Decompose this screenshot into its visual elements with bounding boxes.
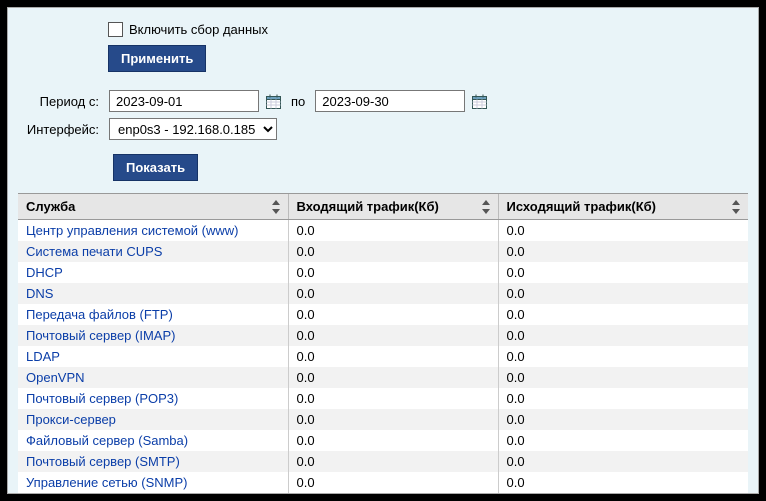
cell-service: Система печати CUPS <box>18 241 288 262</box>
table-row: Управление сетью (SNMP) 0.00.0 <box>18 472 748 494</box>
collection-config: Включить сбор данных Применить <box>18 22 748 72</box>
cell-outgoing: 0.0 <box>498 262 748 283</box>
cell-service: Прокси-сервер <box>18 409 288 430</box>
col-incoming-header[interactable]: Входящий трафик(Кб) <box>288 194 498 220</box>
col-service-header[interactable]: Служба <box>18 194 288 220</box>
service-link[interactable]: Почтовый сервер (SMTP) <box>26 454 180 469</box>
traffic-table: Служба Входящий трафик(Кб) Исходящий тра… <box>18 193 748 494</box>
to-label: по <box>287 94 309 109</box>
cell-incoming: 0.0 <box>288 409 498 430</box>
col-outgoing-label: Исходящий трафик(Кб) <box>507 199 657 214</box>
service-link[interactable]: Система печати CUPS <box>26 244 162 259</box>
table-row: Центр управления системой (www) 0.00.0 <box>18 220 748 242</box>
table-row: Передача файлов (FTP) 0.00.0 <box>18 304 748 325</box>
cell-outgoing: 0.0 <box>498 304 748 325</box>
enable-collection-label: Включить сбор данных <box>129 22 268 37</box>
cell-service: Центр управления системой (www) <box>18 220 288 242</box>
apply-button[interactable]: Применить <box>108 45 206 72</box>
cell-service: DHCP <box>18 262 288 283</box>
cell-outgoing: 0.0 <box>498 220 748 242</box>
interface-row: Интерфейс: enp0s3 - 192.168.0.185 <box>18 118 748 140</box>
table-row: Почтовый сервер (SMTP) 0.00.0 <box>18 451 748 472</box>
cell-incoming: 0.0 <box>288 220 498 242</box>
service-link[interactable]: OpenVPN <box>26 370 85 385</box>
table-row: OpenVPN 0.00.0 <box>18 367 748 388</box>
cell-outgoing: 0.0 <box>498 367 748 388</box>
cell-outgoing: 0.0 <box>498 346 748 367</box>
cell-incoming: 0.0 <box>288 367 498 388</box>
period-label: Период с: <box>18 94 103 109</box>
table-row: LDAP 0.00.0 <box>18 346 748 367</box>
service-link[interactable]: Передача файлов (FTP) <box>26 307 173 322</box>
sort-icon[interactable] <box>272 200 282 214</box>
main-frame: Включить сбор данных Применить Период с:… <box>7 7 759 494</box>
cell-outgoing: 0.0 <box>498 388 748 409</box>
cell-service: Почтовый сервер (IMAP) <box>18 325 288 346</box>
service-link[interactable]: Файловый сервер (Samba) <box>26 433 188 448</box>
interface-select[interactable]: enp0s3 - 192.168.0.185 <box>109 118 277 140</box>
cell-incoming: 0.0 <box>288 472 498 494</box>
cell-incoming: 0.0 <box>288 451 498 472</box>
service-link[interactable]: Центр управления системой (www) <box>26 223 239 238</box>
cell-outgoing: 0.0 <box>498 241 748 262</box>
table-row: DNS 0.00.0 <box>18 283 748 304</box>
table-row: Система печати CUPS 0.00.0 <box>18 241 748 262</box>
service-link[interactable]: DHCP <box>26 265 63 280</box>
table-row: DHCP 0.00.0 <box>18 262 748 283</box>
cell-incoming: 0.0 <box>288 430 498 451</box>
table-row: Файловый сервер (Samba) 0.00.0 <box>18 430 748 451</box>
table-row: Прокси-сервер 0.00.0 <box>18 409 748 430</box>
calendar-icon[interactable] <box>265 93 281 109</box>
cell-service: LDAP <box>18 346 288 367</box>
col-incoming-label: Входящий трафик(Кб) <box>297 199 439 214</box>
cell-incoming: 0.0 <box>288 388 498 409</box>
cell-service: OpenVPN <box>18 367 288 388</box>
cell-outgoing: 0.0 <box>498 409 748 430</box>
cell-outgoing: 0.0 <box>498 451 748 472</box>
cell-incoming: 0.0 <box>288 346 498 367</box>
cell-incoming: 0.0 <box>288 304 498 325</box>
date-to-input[interactable] <box>315 90 465 112</box>
service-link[interactable]: Почтовый сервер (POP3) <box>26 391 178 406</box>
service-link[interactable]: Прокси-сервер <box>26 412 116 427</box>
sort-icon[interactable] <box>482 200 492 214</box>
col-outgoing-header[interactable]: Исходящий трафик(Кб) <box>498 194 748 220</box>
service-link[interactable]: DNS <box>26 286 53 301</box>
table-header-row: Служба Входящий трафик(Кб) Исходящий тра… <box>18 194 748 220</box>
sort-icon[interactable] <box>732 200 742 214</box>
cell-incoming: 0.0 <box>288 241 498 262</box>
service-link[interactable]: Почтовый сервер (IMAP) <box>26 328 175 343</box>
service-link[interactable]: LDAP <box>26 349 60 364</box>
cell-incoming: 0.0 <box>288 262 498 283</box>
table-row: Почтовый сервер (IMAP) 0.00.0 <box>18 325 748 346</box>
cell-outgoing: 0.0 <box>498 430 748 451</box>
cell-service: Файловый сервер (Samba) <box>18 430 288 451</box>
cell-incoming: 0.0 <box>288 325 498 346</box>
cell-outgoing: 0.0 <box>498 325 748 346</box>
table-body: Центр управления системой (www)0.00.0Сис… <box>18 220 748 494</box>
enable-collection-checkbox[interactable] <box>108 22 123 37</box>
cell-outgoing: 0.0 <box>498 472 748 494</box>
calendar-icon[interactable] <box>471 93 487 109</box>
service-link[interactable]: Управление сетью (SNMP) <box>26 475 187 490</box>
table-row: Почтовый сервер (POP3) 0.00.0 <box>18 388 748 409</box>
date-from-input[interactable] <box>109 90 259 112</box>
interface-label: Интерфейс: <box>18 122 103 137</box>
cell-service: Передача файлов (FTP) <box>18 304 288 325</box>
cell-service: Почтовый сервер (SMTP) <box>18 451 288 472</box>
cell-incoming: 0.0 <box>288 283 498 304</box>
period-row: Период с: по <box>18 90 748 112</box>
cell-service: Управление сетью (SNMP) <box>18 472 288 494</box>
cell-service: Почтовый сервер (POP3) <box>18 388 288 409</box>
show-button[interactable]: Показать <box>113 154 198 181</box>
cell-service: DNS <box>18 283 288 304</box>
cell-outgoing: 0.0 <box>498 283 748 304</box>
col-service-label: Служба <box>26 199 75 214</box>
